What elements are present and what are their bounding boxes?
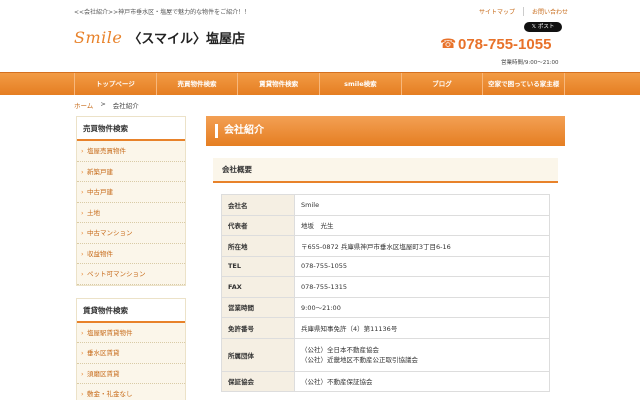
row-value: 078-755-1315 [294,276,550,298]
sidebar-item-suma-rent[interactable]: 須磨区賃貸 [77,364,185,384]
table-row: 免許番号 兵庫県知事免許（4）第11136号 [221,317,550,339]
site-tagline: <<会社紹介>>神戸市垂水区・塩屋で魅力的な物件をご紹介！！ [74,9,251,16]
row-label: 会社名 [221,194,295,216]
top-links: サイトマップ お問い合わせ [474,7,576,16]
breadcrumb-home[interactable]: ホーム [74,100,93,110]
row-label: 代表者 [221,214,295,236]
nav-item-rent-search[interactable]: 賃貸物件検索 [238,73,321,95]
nav-item-blog[interactable]: ブログ [402,73,484,95]
x-post-button[interactable]: 𝕏 ポスト [524,22,562,32]
row-value: 9:00〜21:00 [294,296,550,318]
sitemap-link[interactable]: サイトマップ [474,7,523,16]
sidebar: 売買物件検索 塩屋売買物件 新築戸建 中古戸建 土地 中古マンション 収益物件 … [76,116,186,400]
main-content: 会社紹介 会社概要 会社名 Smile 代表者 地坂 光生 所在地 〒655-0… [206,116,565,400]
sidebar-item-shioya-rent[interactable]: 塩屋駅賃貸物件 [77,323,185,343]
sidebar-item-used-mansion[interactable]: 中古マンション [77,223,185,244]
company-overview-section: 会社概要 会社名 Smile 代表者 地坂 光生 所在地 〒655-0872 兵… [213,158,558,392]
table-row: 所属団体 （公社）全日本不動産協会 （公社）近畿地区不動産公正取引協議会 [221,337,550,372]
row-value: 兵庫県知事免許（4）第11136号 [294,317,550,339]
phone-number: 078-755-1055 [458,36,552,53]
row-value-line: （公社）全日本不動産協会 [301,345,379,354]
nav-item-top[interactable]: トップページ [74,73,157,95]
site-header: <<会社紹介>>神戸市垂水区・塩屋で魅力的な物件をご紹介！！ Smile 〈スマ… [0,0,640,72]
phone-icon: ☎ [440,36,457,52]
row-label: TEL [221,255,295,277]
rent-search-title: 賃貸物件検索 [77,298,185,323]
sidebar-item-pet-mansion[interactable]: ペット可マンション [77,264,185,285]
shop-name: 〈スマイル〉塩屋店 [128,32,245,47]
row-value: Smile [294,194,550,216]
row-label: 保証協会 [221,370,295,392]
table-row: TEL 078-755-1055 [221,255,550,277]
row-label: 免許番号 [221,317,295,339]
row-value: 〒655-0872 兵庫県神戸市垂水区塩屋町3丁目6-16 [294,235,550,257]
company-info-table: 会社名 Smile 代表者 地坂 光生 所在地 〒655-0872 兵庫県神戸市… [221,194,550,392]
sidebar-item-new-house[interactable]: 新築戸建 [77,162,185,182]
row-label: 所属団体 [221,337,295,372]
contact-link[interactable]: お問い合わせ [523,7,576,16]
sidebar-item-no-deposit[interactable]: 敷金・礼金なし [77,384,185,400]
row-label: FAX [221,276,295,298]
row-label: 所在地 [221,235,295,257]
sidebar-item-shioya-sale[interactable]: 塩屋売買物件 [77,141,185,162]
breadcrumb: ホーム > 会社紹介 [74,100,139,110]
x-post-label: ポスト [537,24,555,30]
sidebar-item-tarumi-rent[interactable]: 垂水区賃貸 [77,343,185,364]
breadcrumb-current: 会社紹介 [112,102,139,110]
nav-item-sale-search[interactable]: 売買物件検索 [157,73,239,95]
sidebar-item-used-house[interactable]: 中古戸建 [77,182,185,203]
site-logo[interactable]: Smile 〈スマイル〉塩屋店 [74,28,245,47]
row-label: 営業時間 [221,296,295,318]
sidebar-item-land[interactable]: 土地 [77,203,185,223]
rent-search-box: 賃貸物件検索 塩屋駅賃貸物件 垂水区賃貸 須磨区賃貸 敷金・礼金なし [76,297,186,400]
sidebar-item-income-property[interactable]: 収益物件 [77,244,185,264]
page-title: 会社紹介 [206,116,565,146]
table-row: 代表者 地坂 光生 [221,214,550,236]
row-value-line: （公社）近畿地区不動産公正取引協議会 [301,355,418,364]
business-hours: 営業時間/9:00〜21:00 [501,60,559,66]
nav-item-vacant-house[interactable]: 空家で困っている家主様 [483,73,566,95]
row-value: 地坂 光生 [294,214,550,236]
row-value: （公社）全日本不動産協会 （公社）近畿地区不動産公正取引協議会 [294,337,550,372]
sale-search-title: 売買物件検索 [77,117,185,141]
table-row: 所在地 〒655-0872 兵庫県神戸市垂水区塩屋町3丁目6-16 [221,235,550,257]
row-value: 078-755-1055 [294,255,550,277]
section-title: 会社概要 [213,158,558,183]
table-row: 会社名 Smile [221,194,550,216]
table-row: 営業時間 9:00〜21:00 [221,296,550,318]
phone-contact[interactable]: ☎ 078-755-1055 [440,36,551,53]
table-row: 保証協会 （公社）不動産保証協会 [221,370,550,392]
global-nav: トップページ 売買物件検索 賃貸物件検索 smile検索 ブログ 空家で困ってい… [0,72,640,95]
nav-item-smile-search[interactable]: smile検索 [320,73,402,95]
table-row: FAX 078-755-1315 [221,276,550,298]
breadcrumb-separator: > [100,100,106,108]
sale-search-box: 売買物件検索 塩屋売買物件 新築戸建 中古戸建 土地 中古マンション 収益物件 … [76,116,186,286]
smile-logo-mark: Smile [74,28,123,47]
row-value: （公社）不動産保証協会 [294,370,550,392]
